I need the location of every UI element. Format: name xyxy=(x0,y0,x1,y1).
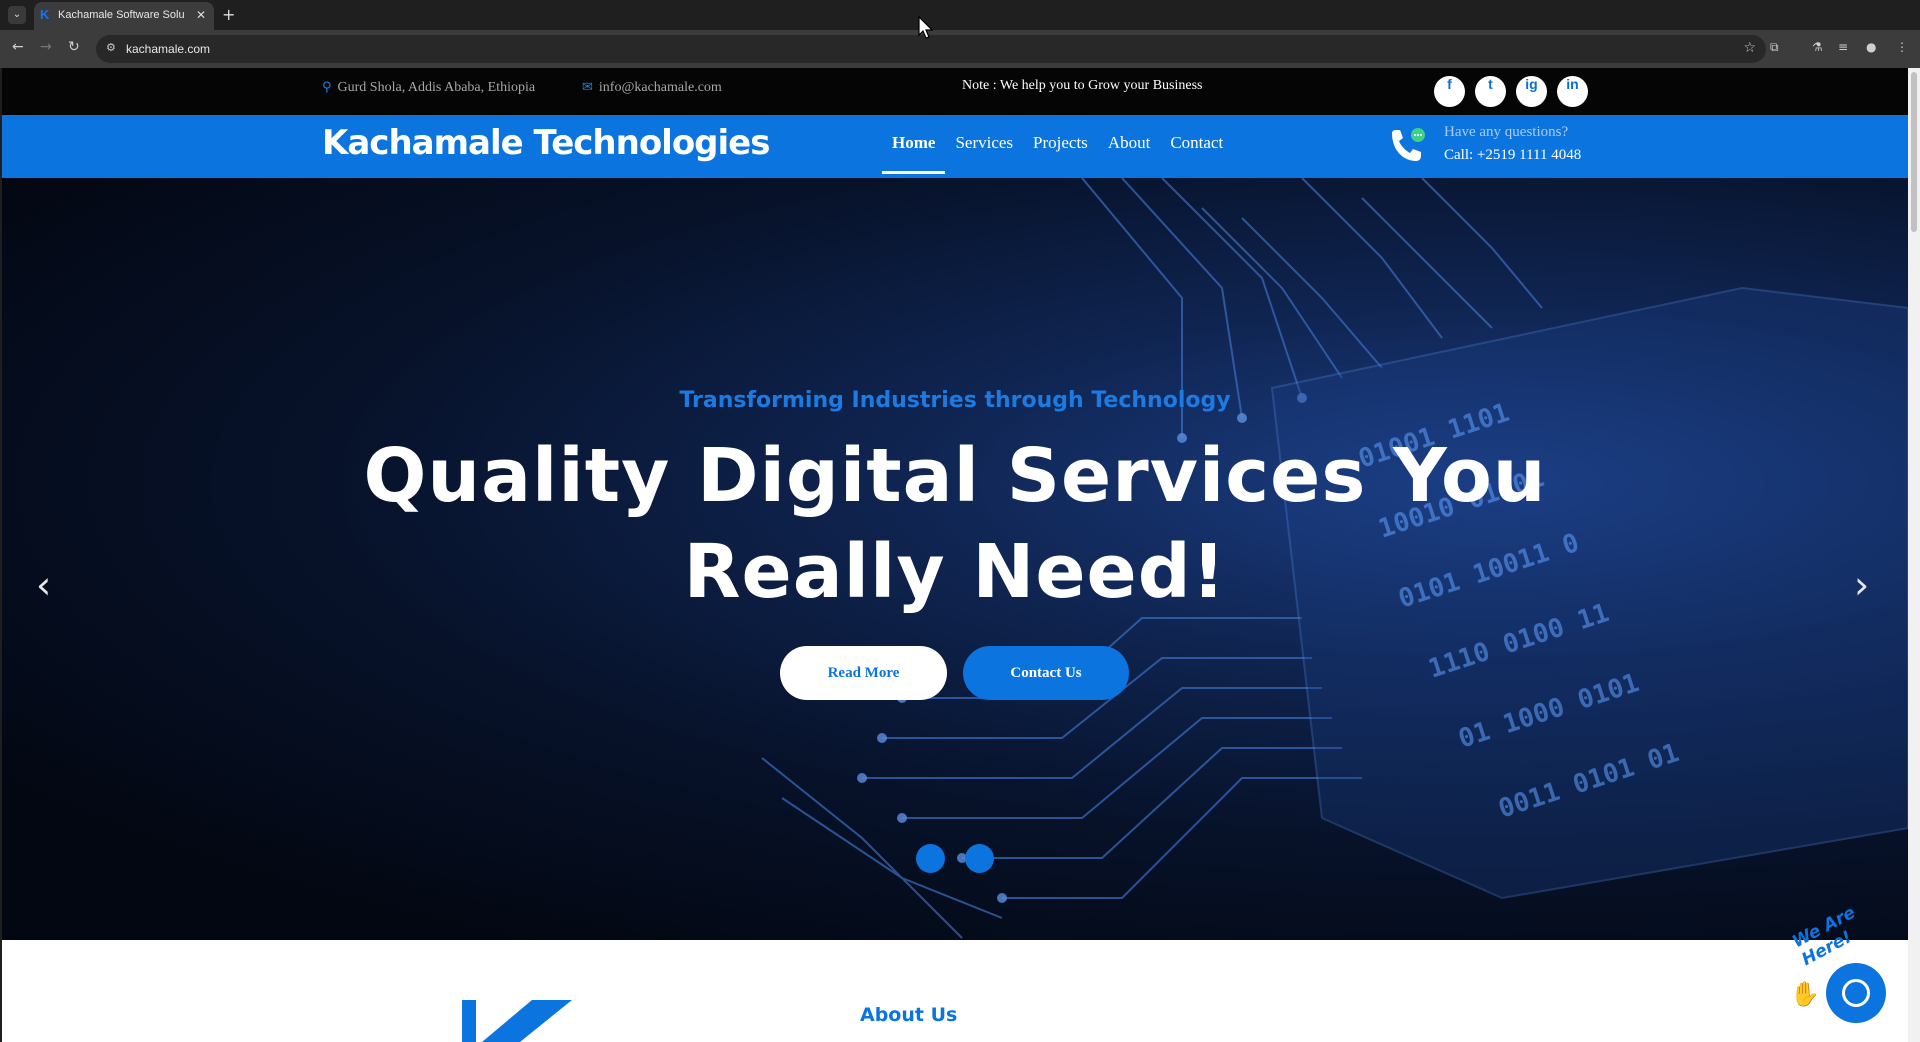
media-icon[interactable]: ≡ xyxy=(1838,40,1848,54)
note-text: Note : We help you to Grow your Business xyxy=(962,78,1203,93)
site-info-icon[interactable]: ⚙ xyxy=(106,41,116,54)
reload-icon[interactable]: ↻ xyxy=(68,39,80,55)
hero-carousel: 01001 1101 10010 01101 0101 10011 0 1110… xyxy=(2,178,1908,940)
main-navbar: Kachamale Technologies Home Services Pro… xyxy=(2,115,1908,178)
location-text: ⚲ Gurd Shola, Addis Ababa, Ethiopia xyxy=(322,80,535,96)
browser-tabbar: ⌄ K Kachamale Software Solu ✕ + xyxy=(0,0,1920,30)
nav-projects[interactable]: Projects xyxy=(1023,133,1098,163)
linkedin-icon[interactable]: in xyxy=(1557,76,1588,107)
email-label[interactable]: info@kachamale.com xyxy=(599,80,722,95)
email-link[interactable]: ✉ info@kachamale.com xyxy=(582,80,722,96)
address-bar: ← → ↻ ⚙ kachamale.com ☆ ⧉ ⚗ ≡ ● ⋮ xyxy=(0,30,1920,68)
about-logo-image xyxy=(462,1000,572,1042)
envelope-icon: ✉ xyxy=(582,80,593,95)
waving-hand-icon: ✋ xyxy=(1790,980,1820,1008)
contact-us-button[interactable]: Contact Us xyxy=(963,646,1129,700)
carousel-indicator-2[interactable] xyxy=(965,844,994,873)
instagram-icon[interactable]: ig xyxy=(1516,76,1547,107)
tab-title: Kachamale Software Solu xyxy=(58,9,185,21)
url-text[interactable]: kachamale.com xyxy=(126,42,210,56)
facebook-icon[interactable]: f xyxy=(1434,76,1465,107)
favicon-icon: K xyxy=(40,7,50,22)
call-number[interactable]: Call: +2519 1111 4048 xyxy=(1444,147,1581,164)
carousel-prev-icon[interactable]: ‹ xyxy=(36,563,51,607)
mouse-cursor-icon xyxy=(918,16,934,39)
about-us-heading: About Us xyxy=(860,1004,958,1026)
top-info-bar: ⚲ Gurd Shola, Addis Ababa, Ethiopia ✉ info… xyxy=(2,68,1908,115)
hero-subtitle: Transforming Industries through Technolo… xyxy=(679,388,1231,413)
chat-button[interactable] xyxy=(1826,963,1886,1023)
hero-title: Quality Digital Services You Really Need… xyxy=(363,433,1547,615)
new-tab-button[interactable]: + xyxy=(222,5,235,24)
site-logo[interactable]: Kachamale Technologies xyxy=(322,123,770,163)
menu-kebab-icon[interactable]: ⋮ xyxy=(1896,40,1908,54)
read-more-button[interactable]: Read More xyxy=(780,646,947,700)
nav-about[interactable]: About xyxy=(1098,133,1161,163)
twitter-icon[interactable]: t xyxy=(1475,76,1506,107)
nav-services[interactable]: Services xyxy=(945,133,1023,163)
phone-chat-icon xyxy=(1392,128,1425,161)
map-pin-icon: ⚲ xyxy=(322,80,332,95)
bookmark-star-icon[interactable]: ☆ xyxy=(1743,40,1756,56)
profile-icon[interactable]: ● xyxy=(1866,40,1876,54)
webpage: ⚲ Gurd Shola, Addis Ababa, Ethiopia ✉ info… xyxy=(2,68,1908,1042)
call-question: Have any questions? xyxy=(1444,124,1569,140)
close-tab-icon[interactable]: ✕ xyxy=(196,8,206,22)
extensions-icon[interactable]: ⧉ xyxy=(1770,40,1779,55)
location-label: Gurd Shola, Addis Ababa, Ethiopia xyxy=(337,80,536,95)
carousel-next-icon[interactable]: › xyxy=(1854,563,1869,607)
browser-tab[interactable]: K Kachamale Software Solu ✕ xyxy=(34,2,214,30)
labs-icon[interactable]: ⚗ xyxy=(1812,40,1823,54)
nav-home[interactable]: Home xyxy=(882,133,946,174)
carousel-indicator-1[interactable] xyxy=(916,844,945,873)
tab-search-icon[interactable]: ⌄ xyxy=(8,6,26,24)
nav-contact[interactable]: Contact xyxy=(1160,133,1233,163)
page-scrollbar[interactable] xyxy=(1908,68,1920,1042)
main-menu: Home Services Projects About Contact xyxy=(882,133,1233,174)
back-icon[interactable]: ← xyxy=(12,39,24,55)
chat-bubble-icon xyxy=(1842,979,1870,1007)
scrollbar-thumb[interactable] xyxy=(1911,72,1917,232)
forward-icon[interactable]: → xyxy=(40,39,52,55)
